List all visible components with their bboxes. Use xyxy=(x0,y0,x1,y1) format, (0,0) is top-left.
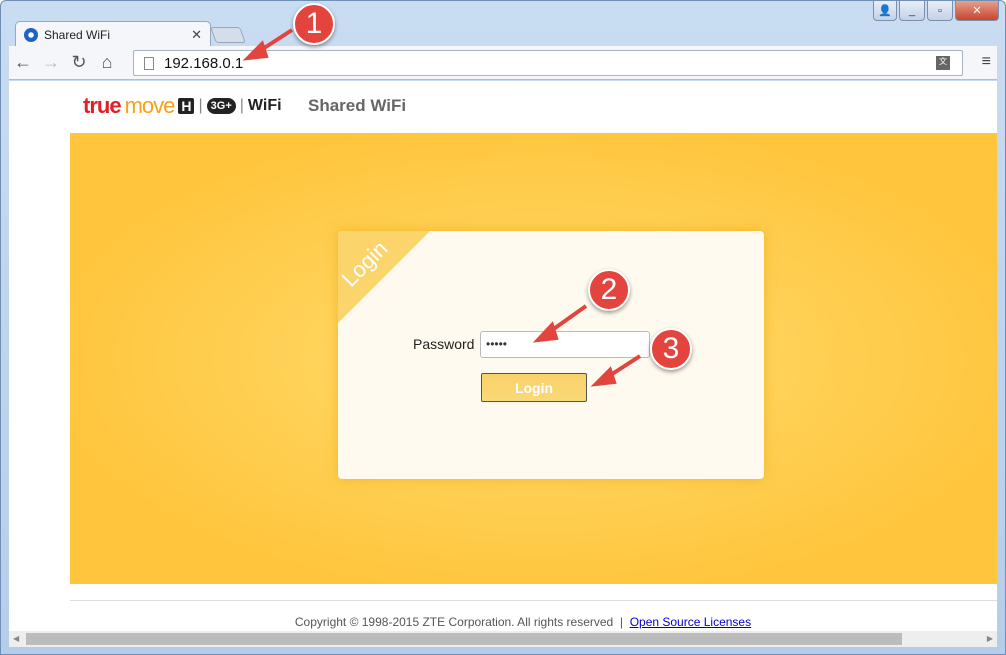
page-content: true move H | 3G+ | WiFi Shared WiFi Login … xyxy=(9,81,997,631)
logo-wifi: WiFi xyxy=(247,97,282,114)
footer-separator: | xyxy=(619,615,624,629)
password-label: Password xyxy=(413,336,475,352)
password-input[interactable]: ••••• xyxy=(480,331,650,358)
close-tab-icon[interactable]: ✕ xyxy=(191,27,202,43)
open-source-licenses-link[interactable]: Open Source Licenses xyxy=(630,615,751,629)
tab-title: Shared WiFi xyxy=(44,27,111,42)
reload-icon[interactable]: ↻ xyxy=(65,52,93,73)
address-bar[interactable]: 192.168.0.1 文 xyxy=(133,50,963,76)
logo-h: H xyxy=(178,98,195,114)
scroll-left-icon[interactable]: ◀ xyxy=(13,634,19,643)
truemove-logo: true move H | 3G+ | WiFi xyxy=(83,93,282,118)
minimize-button[interactable]: _ xyxy=(899,1,925,21)
login-card: Login Password ••••• Login xyxy=(338,231,764,479)
login-button[interactable]: Login xyxy=(481,373,587,402)
annotation-3: 3 xyxy=(650,328,692,370)
back-icon[interactable]: ← xyxy=(9,52,37,73)
window-controls: 👤 _ ▫ ✕ xyxy=(873,1,999,21)
horizontal-scrollbar[interactable]: ◀ ▶ xyxy=(9,631,997,647)
url-text: 192.168.0.1 xyxy=(164,54,244,72)
favicon-icon xyxy=(24,27,38,42)
logo-true: true xyxy=(83,93,122,118)
scroll-thumb[interactable] xyxy=(26,633,902,645)
copyright-text: Copyright © 1998-2015 ZTE Corporation. A… xyxy=(294,615,614,629)
login-banner: Login Password ••••• Login xyxy=(70,133,997,584)
page-icon xyxy=(144,56,154,70)
divider xyxy=(70,600,997,601)
logo-3g: 3G+ xyxy=(206,98,236,114)
translate-icon[interactable]: 文 xyxy=(936,56,950,70)
browser-tab[interactable]: Shared WiFi ✕ xyxy=(15,21,211,47)
new-tab-button[interactable] xyxy=(210,27,246,43)
app-title: Shared WiFi xyxy=(308,96,407,115)
user-button[interactable]: 👤 xyxy=(873,1,897,21)
browser-window: 👤 _ ▫ ✕ Shared WiFi ✕ ← → ↻ ⌂ 192.168.0.… xyxy=(0,0,1006,655)
logo-move: move xyxy=(124,93,176,118)
annotation-1: 1 xyxy=(293,3,335,45)
maximize-button[interactable]: ▫ xyxy=(927,1,953,21)
menu-icon[interactable]: ≡ xyxy=(982,53,991,71)
forward-icon[interactable]: → xyxy=(37,52,65,73)
annotation-2: 2 xyxy=(588,269,630,311)
toolbar: ← → ↻ ⌂ 192.168.0.1 文 ≡ xyxy=(9,46,997,80)
home-icon[interactable]: ⌂ xyxy=(93,52,121,73)
close-window-button[interactable]: ✕ xyxy=(955,1,999,21)
footer: Copyright © 1998-2015 ZTE Corporation. A… xyxy=(9,615,997,629)
scroll-right-icon[interactable]: ▶ xyxy=(987,634,993,643)
